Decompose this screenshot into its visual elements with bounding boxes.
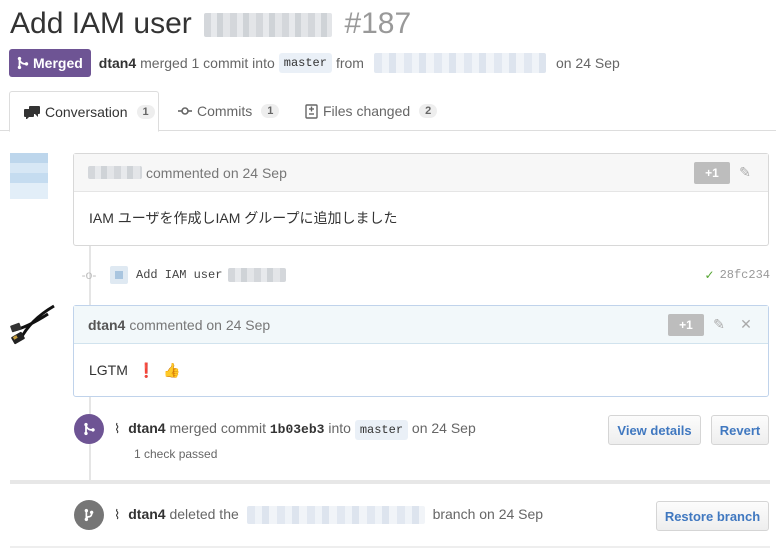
git-merge-icon [17,56,29,70]
commit-message[interactable]: Add IAM user [136,268,222,282]
merge-date: on 24 Sep [411,420,476,436]
comment-text: LGTM [89,362,128,378]
git-branch-icon [74,500,104,530]
merge-author[interactable]: dtan4 [128,420,165,436]
merged-label: Merged [33,55,83,71]
tab-conversation-count: 1 [136,104,155,119]
plug-avatar-icon[interactable]: ⌇ [114,507,120,522]
merge-sha[interactable]: 1b03eb3 [270,422,325,437]
pr-author-link[interactable]: dtan4 [99,55,136,71]
pr-meta: Merged dtan4 merged 1 commit into master… [9,49,624,77]
tab-commits[interactable]: Commits 1 [178,91,280,131]
redacted-commit-suffix [228,268,287,282]
timeline-end-divider [10,546,770,548]
cable-avatar-icon [10,304,55,345]
merge-event-text: ⌇ dtan4 merged commit 1b03eb3 into maste… [114,414,476,461]
merge-into: into [328,420,351,436]
view-details-button[interactable]: View details [608,415,701,445]
tab-conversation[interactable]: Conversation 1 [9,91,159,132]
merge-branch[interactable]: master [354,420,409,440]
plus-one-button[interactable]: +1 [668,314,704,336]
comment-header: dtan4 commented on 24 Sep +1 ✎ ✕ [74,306,768,344]
diff-icon [305,103,318,119]
from-text: from [335,55,364,71]
plug-avatar-icon[interactable]: ⌇ [114,421,120,436]
exclamation-emoji: ❗ [137,362,156,378]
commit-status: ✓ 28fc234 [705,268,770,282]
check-icon[interactable]: ✓ [705,268,715,282]
merge-date: on 24 Sep [555,55,620,71]
pencil-icon[interactable]: ✎ [711,316,727,332]
redacted-head-branch [373,53,546,73]
timeline-divider [10,480,770,484]
comment-body: LGTM ❗ 👍 [74,344,768,396]
revert-button[interactable]: Revert [711,415,769,445]
delete-event-text: ⌇ dtan4 deleted the branch on 24 Sep [114,500,544,525]
comment-box: commented on 24 Sep +1 ✎ IAM ユーザを作成しIAM … [73,153,769,246]
pr-title: Add IAM user [10,7,192,40]
delete-action: deleted the [169,506,239,522]
merged-state-badge: Merged [9,49,91,77]
avatar[interactable] [10,300,58,348]
comment-action: commented on 24 Sep [146,164,287,181]
checks-passed[interactable]: 1 check passed [134,447,476,461]
pr-title-row: Add IAM user #187 [10,4,411,44]
delete-suffix: branch on 24 Sep [432,506,544,522]
git-merge-icon [74,414,104,444]
pr-number: #187 [344,7,412,40]
redacted-username [88,166,142,179]
pr-tabs: Conversation 1 Commits 1 Files changed 2 [0,91,776,132]
git-commit-icon [178,107,192,115]
redacted-deleted-branch [246,506,425,525]
comment-header: commented on 24 Sep +1 ✎ [74,154,768,192]
comment-box: dtan4 commented on 24 Sep +1 ✎ ✕ LGTM ❗ … [73,305,769,397]
restore-branch-button[interactable]: Restore branch [656,501,769,531]
tab-commits-count: 1 [261,104,280,118]
git-commit-icon: -o- [81,268,97,282]
delete-author[interactable]: dtan4 [128,506,165,522]
merge-action: merged commit [169,420,266,436]
base-branch[interactable]: master [278,53,332,73]
merge-text: merged 1 commit into [140,55,275,71]
comment-author[interactable]: dtan4 [88,317,125,333]
tab-files-changed[interactable]: Files changed 2 [305,91,438,131]
plus-one-button[interactable]: +1 [694,162,730,184]
commit-row: -o- Add IAM user ✓ 28fc234 [80,262,770,288]
tab-files-changed-count: 2 [419,104,438,118]
tab-files-changed-label: Files changed [323,103,411,119]
tab-conversation-label: Conversation [45,103,128,120]
commit-author-avatar[interactable] [110,266,128,284]
commit-sha[interactable]: 28fc234 [720,268,770,282]
avatar[interactable] [10,153,48,199]
comment-body: IAM ユーザを作成しIAM グループに追加しました [89,210,398,226]
redacted-title-suffix [204,13,333,38]
thumbs-up-emoji: 👍 [163,362,181,378]
close-icon[interactable]: ✕ [738,316,754,332]
comment-discussion-icon [24,105,40,119]
tab-commits-label: Commits [197,103,253,119]
pencil-icon[interactable]: ✎ [737,164,753,180]
comment-action: commented on 24 Sep [129,316,271,333]
